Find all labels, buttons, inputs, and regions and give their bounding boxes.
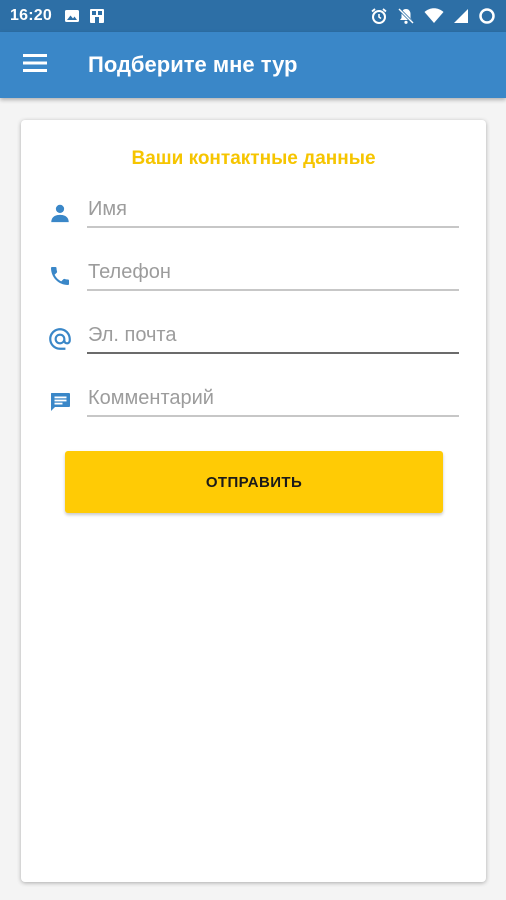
contact-form-card: Ваши контактные данные ОТПРАВИТЬ bbox=[21, 120, 486, 882]
person-icon bbox=[45, 198, 75, 228]
name-field-row bbox=[21, 190, 486, 234]
comment-icon bbox=[45, 387, 75, 417]
email-field-row bbox=[21, 316, 486, 360]
app-bar: Подберите мне тур bbox=[0, 32, 506, 98]
image-icon bbox=[64, 8, 80, 24]
form-title: Ваши контактные данные bbox=[131, 148, 376, 169]
signal-icon bbox=[453, 8, 469, 24]
at-icon bbox=[45, 324, 75, 354]
store-icon bbox=[88, 7, 106, 25]
wifi-icon bbox=[424, 8, 444, 24]
comment-field-row bbox=[21, 379, 486, 423]
phone-field-row bbox=[21, 253, 486, 297]
battery-icon bbox=[478, 7, 496, 25]
submit-button[interactable]: ОТПРАВИТЬ bbox=[65, 451, 443, 513]
page-title: Подберите мне тур bbox=[88, 52, 298, 77]
phone-icon bbox=[45, 261, 75, 291]
email-input[interactable] bbox=[87, 318, 459, 354]
status-left-icons bbox=[64, 7, 106, 25]
status-time: 16:20 bbox=[10, 7, 52, 24]
notifications-off-icon bbox=[397, 7, 415, 25]
status-bar: 16:20 bbox=[0, 0, 506, 32]
comment-input[interactable] bbox=[87, 381, 459, 417]
alarm-icon bbox=[370, 7, 388, 25]
status-right-icons bbox=[370, 7, 496, 25]
menu-icon bbox=[23, 53, 47, 77]
name-input[interactable] bbox=[87, 192, 459, 228]
phone-input[interactable] bbox=[87, 255, 459, 291]
menu-button[interactable] bbox=[0, 32, 70, 98]
